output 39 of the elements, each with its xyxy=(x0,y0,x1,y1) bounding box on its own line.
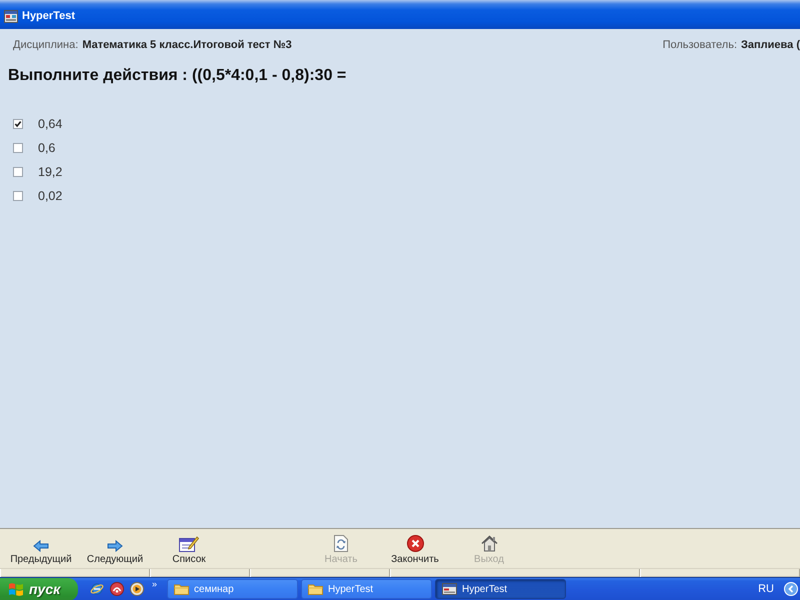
notepad-pencil-icon xyxy=(179,535,199,552)
question-text: Выполните действия : ((0,5*4:0,1 - 0,8):30 = xyxy=(8,67,346,85)
home-icon xyxy=(480,535,498,552)
left-arrow-icon xyxy=(33,540,49,552)
answer-label: 0,64 xyxy=(38,116,62,132)
taskbar-button[interactable]: HyperTest xyxy=(435,579,566,599)
app-icon xyxy=(4,10,18,23)
folder-icon xyxy=(308,583,324,595)
taskbar-button[interactable]: семинар xyxy=(167,579,298,599)
play-disc-icon[interactable] xyxy=(130,582,144,596)
answer-checkbox[interactable] xyxy=(13,143,23,153)
app-window-icon xyxy=(442,583,458,595)
user-label: Пользователь: xyxy=(662,39,738,52)
show-more-button[interactable]: » xyxy=(152,579,158,589)
answer-checkbox[interactable] xyxy=(13,167,23,177)
taskbar-button[interactable]: HyperTest xyxy=(301,579,432,599)
folder-icon xyxy=(174,583,190,595)
start-button[interactable]: пуск xyxy=(0,578,78,600)
window-title: HyperTest xyxy=(22,10,75,23)
right-arrow-icon xyxy=(107,540,123,552)
globe-orbit-icon[interactable] xyxy=(90,582,104,596)
answer-label: 0,6 xyxy=(38,140,56,156)
toolbar-button[interactable]: Закончить xyxy=(378,535,452,566)
answer-label: 19,2 xyxy=(38,164,62,180)
discipline-label: Дисциплина: xyxy=(13,39,78,52)
toolbar-button[interactable]: Список xyxy=(152,535,226,566)
page-refresh-icon xyxy=(334,535,348,552)
answer-checkbox[interactable] xyxy=(13,191,23,201)
toolbar-button[interactable]: Следующий xyxy=(78,535,152,566)
discipline-name: Математика 5 класс.Итоговой тест №3 xyxy=(82,39,292,52)
language-indicator[interactable]: RU xyxy=(758,582,774,596)
flag-logo-icon xyxy=(8,582,24,596)
chevron-left-icon[interactable] xyxy=(784,582,798,596)
user-name: Заплиева ( xyxy=(741,39,800,52)
swirl-disc-icon[interactable] xyxy=(110,582,124,596)
answer-label: 0,02 xyxy=(38,188,62,204)
close-icon xyxy=(406,535,424,552)
answer-checkbox[interactable] xyxy=(13,119,23,129)
toolbar-button[interactable]: Предыдущий xyxy=(4,535,78,566)
